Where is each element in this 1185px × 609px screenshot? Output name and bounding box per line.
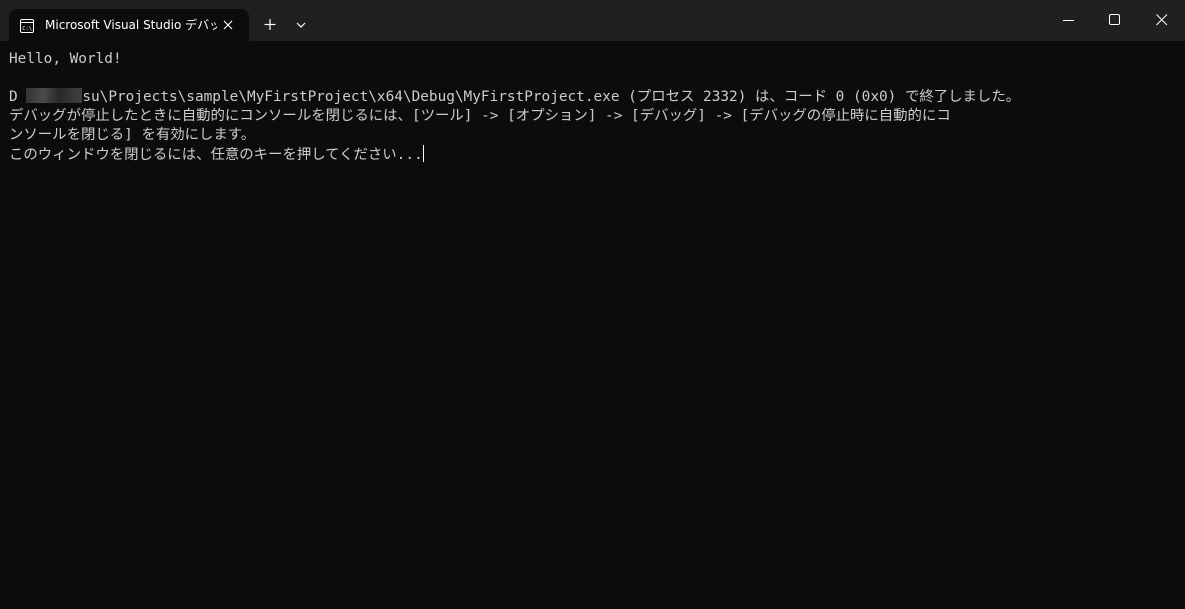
console-line: Hello, World! bbox=[9, 51, 122, 67]
tab-debug-console[interactable]: C:\ Microsoft Visual Studio デバッグ bbox=[9, 9, 249, 41]
console-line: このウィンドウを閉じるには、任意のキーを押してください... bbox=[9, 145, 424, 164]
maximize-button[interactable] bbox=[1092, 0, 1138, 41]
console-output[interactable]: Hello, World! D su\Projects\sample\MyFir… bbox=[0, 41, 1185, 609]
console-text: このウィンドウを閉じるには、任意のキーを押してください... bbox=[9, 147, 423, 163]
console-text: su\Projects\sample\MyFirstProject\x64\De… bbox=[82, 89, 1021, 105]
plus-icon[interactable] bbox=[258, 14, 282, 36]
close-icon bbox=[1156, 14, 1168, 26]
text-cursor bbox=[422, 145, 424, 162]
console-app-icon: C:\ bbox=[20, 18, 34, 33]
svg-text:C:\: C:\ bbox=[22, 26, 32, 32]
terminal-window: C:\ Microsoft Visual Studio デバッグ Hello, … bbox=[0, 0, 1185, 609]
title-bar[interactable]: C:\ Microsoft Visual Studio デバッグ bbox=[0, 0, 1185, 41]
minimize-icon bbox=[1063, 20, 1074, 21]
chevron-down-icon[interactable] bbox=[289, 14, 313, 36]
console-line: ンソールを閉じる] を有効にします。 bbox=[9, 127, 256, 143]
close-window-button[interactable] bbox=[1139, 0, 1185, 41]
close-tab-icon[interactable] bbox=[220, 17, 236, 33]
redacted-path bbox=[26, 88, 83, 103]
minimize-button[interactable] bbox=[1046, 0, 1092, 41]
maximize-icon bbox=[1109, 14, 1120, 25]
tab-title: Microsoft Visual Studio デバッグ bbox=[45, 18, 217, 32]
console-text: D bbox=[9, 89, 18, 105]
console-line: D su\Projects\sample\MyFirstProject\x64\… bbox=[9, 88, 1020, 107]
console-line: デバッグが停止したときに自動的にコンソールを閉じるには、[ツール] -> [オプ… bbox=[9, 108, 951, 124]
